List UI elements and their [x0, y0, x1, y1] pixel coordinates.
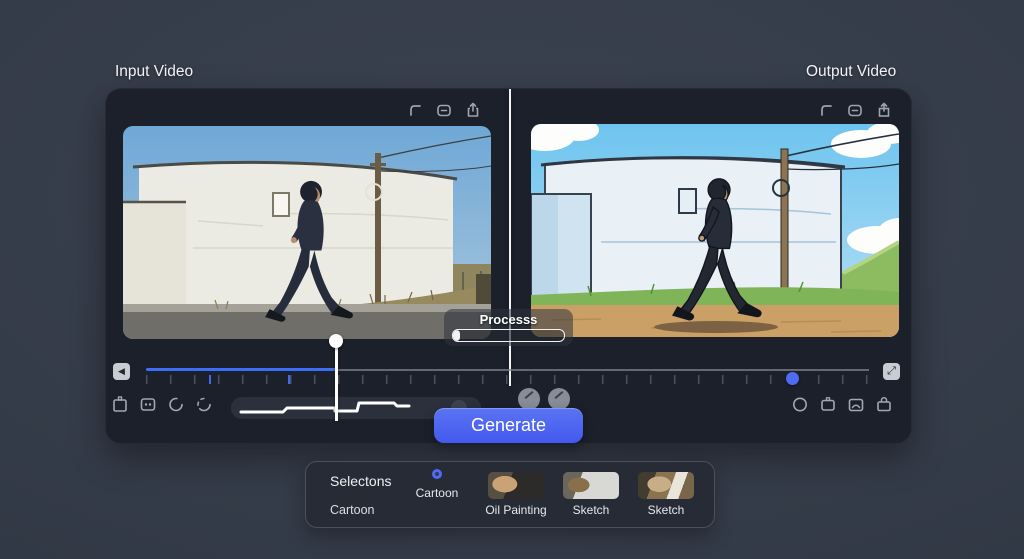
- generate-button[interactable]: Generate: [434, 408, 583, 443]
- timeline-progress[interactable]: [146, 368, 336, 371]
- playhead-handle[interactable]: [329, 334, 343, 348]
- timeline-marker-dot[interactable]: [786, 372, 799, 385]
- rotate-icon[interactable]: [406, 101, 424, 119]
- skip-start-button[interactable]: ◀: [113, 363, 130, 380]
- frame-icon[interactable]: [111, 395, 129, 413]
- timeline-keyframe-tick: [288, 375, 290, 384]
- collapse-icon[interactable]: [846, 101, 864, 119]
- timeline-track[interactable]: [336, 368, 869, 371]
- process-label: Processs: [479, 312, 538, 327]
- output-video-label: Output Video: [806, 63, 897, 80]
- style-thumbnail-sketch-1[interactable]: [563, 472, 619, 499]
- collapse-icon[interactable]: [435, 101, 453, 119]
- process-overlay: Processs: [444, 309, 573, 346]
- input-video-scene: [123, 126, 491, 339]
- selections-category-label: Cartoon: [330, 503, 375, 517]
- skip-start-icon: ◀: [118, 366, 125, 376]
- style-option-label: Cartoon: [415, 486, 459, 500]
- circle-icon[interactable]: [791, 395, 809, 413]
- style-thumbnail-oil-painting[interactable]: [488, 472, 544, 499]
- timeline-ticks: [146, 375, 869, 384]
- process-progress-bar: [452, 329, 565, 342]
- style-option-cartoon[interactable]: Cartoon: [401, 466, 473, 500]
- style-option-oil-painting[interactable]: Oil Painting: [480, 472, 552, 517]
- input-panel-toolbar: [406, 101, 482, 119]
- style-thumbnail-sketch-2[interactable]: [638, 472, 694, 499]
- style-option-sketch-2[interactable]: Sketch: [630, 472, 702, 517]
- selections-title: Selectons: [330, 473, 392, 489]
- rotate-icon[interactable]: [817, 101, 835, 119]
- style-selection-panel: Selectons Cartoon Cartoon Oil Painting S…: [305, 461, 715, 528]
- share-icon[interactable]: [875, 101, 893, 119]
- share-icon[interactable]: [464, 101, 482, 119]
- loop-icon[interactable]: [167, 395, 185, 413]
- timeline-keyframe-tick: [209, 375, 211, 384]
- dots-box-icon[interactable]: [139, 395, 157, 413]
- output-panel-toolbar: [817, 101, 893, 119]
- expand-button[interactable]: ⤢: [883, 363, 900, 380]
- input-video-preview: [123, 126, 491, 339]
- edit-tool-circle[interactable]: [548, 388, 570, 410]
- style-option-label: Sketch: [572, 503, 610, 517]
- style-option-label: Sketch: [647, 503, 685, 517]
- edit-tool-circle[interactable]: [518, 388, 540, 410]
- selected-style-border: [432, 469, 442, 479]
- output-video-scene: [531, 124, 899, 337]
- image-box-icon[interactable]: [847, 395, 865, 413]
- style-option-sketch-1[interactable]: Sketch: [555, 472, 627, 517]
- right-tool-group: [791, 395, 893, 413]
- output-video-preview: [531, 124, 899, 337]
- camera-box-icon[interactable]: [819, 395, 837, 413]
- history-icon[interactable]: [195, 395, 213, 413]
- style-option-label: Oil Painting: [485, 503, 547, 517]
- expand-icon: ⤢: [887, 365, 896, 377]
- playhead-line: [335, 340, 338, 421]
- bag-icon[interactable]: [875, 395, 893, 413]
- input-video-label: Input Video: [115, 63, 194, 80]
- editor-workspace: Processs ◀ ⤢ Generate: [105, 88, 912, 444]
- process-progress-fill: [453, 330, 460, 341]
- left-tool-group: [111, 395, 213, 413]
